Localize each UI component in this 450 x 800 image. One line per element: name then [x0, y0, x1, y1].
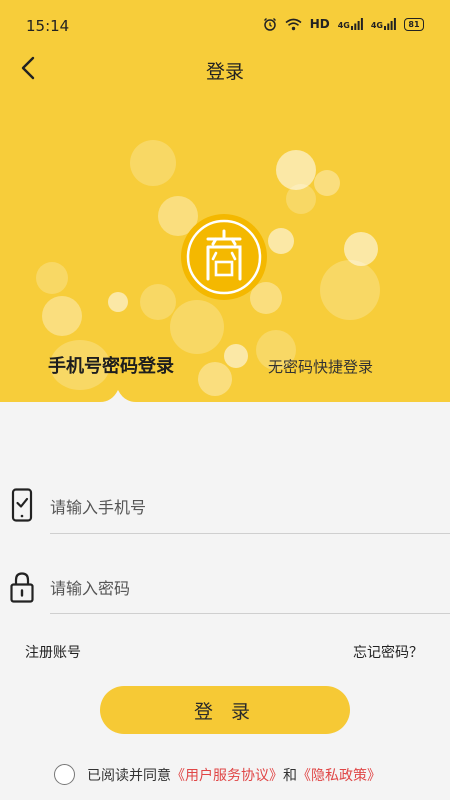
- signal-bars-icon: [384, 18, 396, 30]
- signal-label-2: 4G: [370, 21, 383, 30]
- signal-label-1: 4G: [337, 21, 350, 30]
- bokeh-decoration: [140, 284, 176, 320]
- agreement-row: 已阅读并同意 《用户服务协议》 和 《隐私政策》: [54, 764, 381, 785]
- user-agreement-link[interactable]: 《用户服务协议》: [171, 765, 283, 785]
- battery-icon: 81: [404, 17, 424, 31]
- login-button[interactable]: 登 录: [100, 686, 350, 734]
- hero-banner: 15:14 HD 4G 4G 81 登录 手机号密码登录 无密码快捷登录: [0, 0, 450, 402]
- bokeh-decoration: [130, 140, 176, 186]
- phone-icon: [11, 488, 33, 522]
- bokeh-decoration: [108, 292, 128, 312]
- password-input[interactable]: [50, 573, 446, 603]
- tab-indicator: [100, 390, 136, 404]
- bokeh-decoration: [36, 262, 68, 294]
- network-hd-label: HD: [309, 17, 330, 31]
- lock-icon: [10, 572, 34, 603]
- bokeh-decoration: [198, 362, 232, 396]
- bokeh-decoration: [224, 344, 248, 368]
- privacy-policy-link[interactable]: 《隐私政策》: [297, 765, 381, 785]
- status-bar: 15:14 HD 4G 4G 81: [0, 0, 450, 50]
- app-logo: [180, 213, 268, 301]
- phone-number-input[interactable]: [50, 492, 446, 522]
- bokeh-decoration: [314, 170, 340, 196]
- tab-phone-password-login[interactable]: 手机号密码登录: [48, 352, 174, 378]
- tab-quick-login[interactable]: 无密码快捷登录: [268, 356, 373, 377]
- bokeh-decoration: [286, 184, 316, 214]
- bokeh-decoration: [42, 296, 82, 336]
- forgot-password-link[interactable]: 忘记密码？: [353, 642, 423, 662]
- wifi-icon: [285, 18, 302, 30]
- alarm-icon: [263, 18, 276, 31]
- bokeh-decoration: [320, 260, 380, 320]
- page-title: 登录: [205, 61, 244, 83]
- agreement-conjunction: 和: [283, 767, 297, 784]
- bokeh-decoration: [170, 300, 224, 354]
- signal-strength-1: 4G: [338, 18, 363, 30]
- status-icons: HD 4G 4G 81: [263, 17, 424, 31]
- signal-bars-icon: [350, 18, 363, 30]
- agreement-checkbox[interactable]: [54, 764, 75, 785]
- agreement-prefix: 已阅读并同意: [87, 767, 171, 784]
- login-screen: 15:14 HD 4G 4G 81 登录 手机号密码登录 无密码快捷登录 请输入…: [0, 0, 450, 800]
- signal-strength-2: 4G: [371, 18, 396, 30]
- logo-emblem-icon: [181, 214, 267, 300]
- phone-input-underline: [50, 533, 450, 534]
- password-input-underline: [50, 613, 450, 614]
- bokeh-decoration: [268, 228, 294, 254]
- status-time: 15:14: [26, 17, 70, 35]
- register-link[interactable]: 注册账号: [25, 642, 81, 662]
